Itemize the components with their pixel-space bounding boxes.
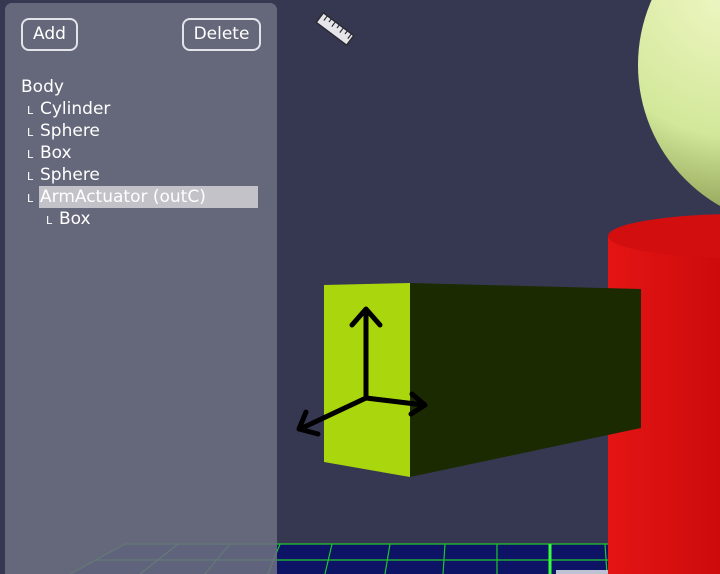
tree-branch-mark: L bbox=[27, 148, 34, 161]
tree-item-label: Sphere bbox=[40, 165, 100, 185]
scene-tree-panel: Add Delete Body L Cylinder L Sphere L Box L… bbox=[5, 3, 277, 574]
tree-item-label: ArmActuator (outC) bbox=[39, 186, 258, 208]
tree-branch-mark: L bbox=[27, 192, 34, 205]
tree-item-armactuator[interactable]: L ArmActuator (outC) bbox=[27, 186, 258, 210]
tree-branch-mark: L bbox=[46, 214, 53, 227]
delete-button[interactable]: Delete bbox=[182, 18, 261, 51]
tree-branch-mark: L bbox=[27, 104, 34, 117]
tree-branch-mark: L bbox=[27, 170, 34, 183]
tree-item-label: Sphere bbox=[40, 121, 100, 141]
tree-item-label: Box bbox=[40, 143, 72, 163]
tree-item-cylinder[interactable]: L Cylinder bbox=[27, 98, 111, 122]
tree-branch-mark: L bbox=[27, 126, 34, 139]
add-button[interactable]: Add bbox=[21, 18, 78, 51]
tree-root-body[interactable]: Body bbox=[21, 76, 64, 98]
tree-item-sphere-2[interactable]: L Sphere bbox=[27, 164, 101, 188]
tree-item-sphere[interactable]: L Sphere bbox=[27, 120, 101, 144]
tree-item-child-box[interactable]: L Box bbox=[46, 208, 92, 232]
tree-item-label: Box bbox=[59, 209, 91, 229]
tree-item-box[interactable]: L Box bbox=[27, 142, 73, 166]
tree-item-label: Cylinder bbox=[40, 99, 111, 119]
